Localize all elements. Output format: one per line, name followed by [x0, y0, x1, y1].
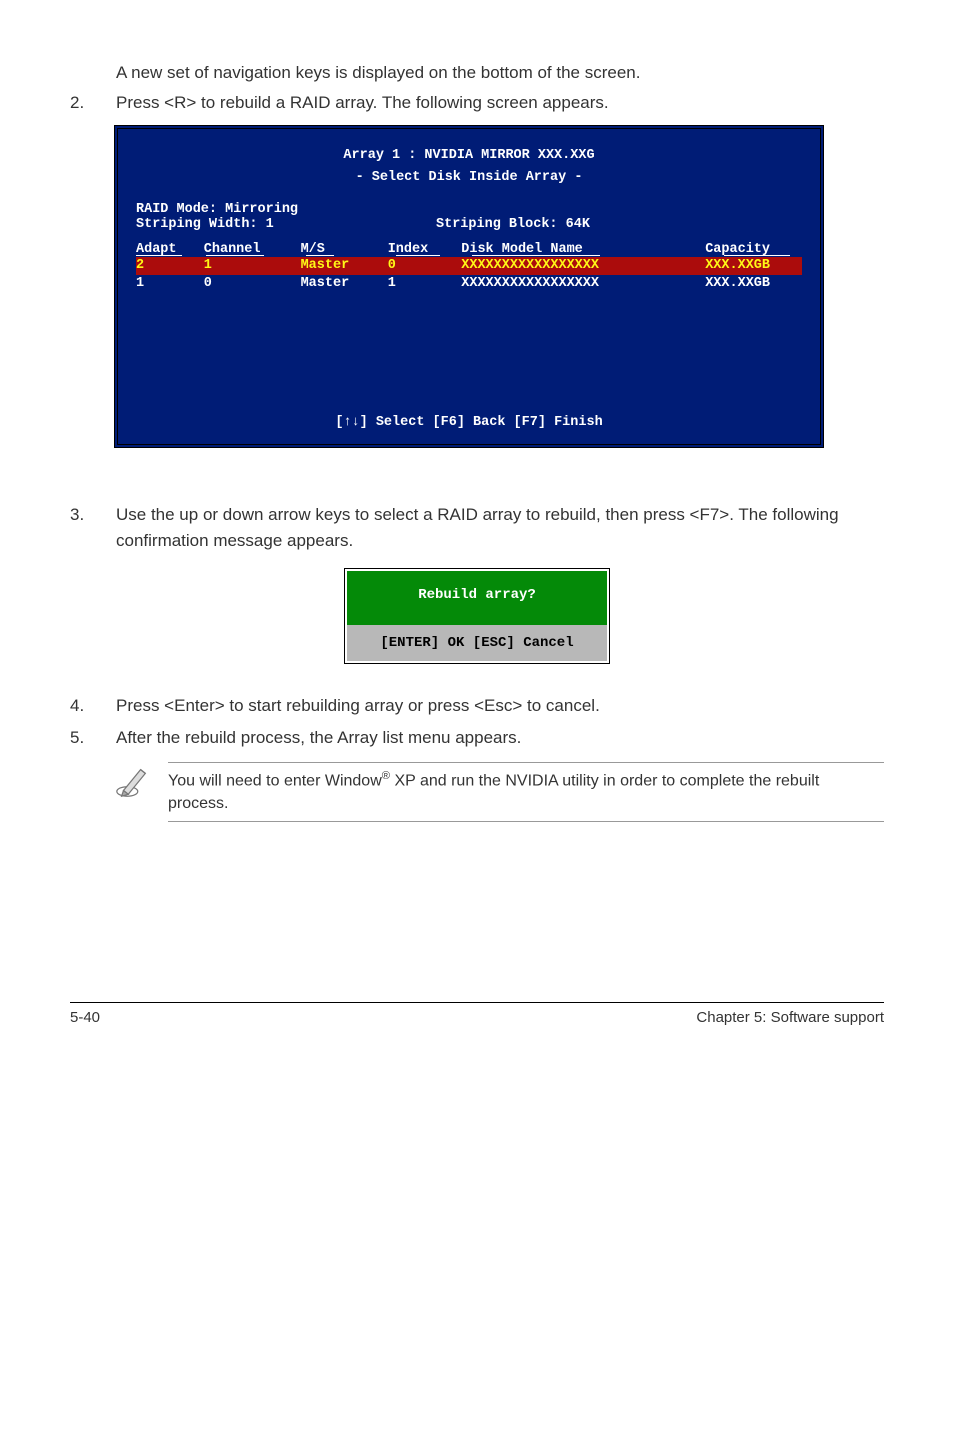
cell-model: XXXXXXXXXXXXXXXXX [461, 275, 705, 293]
step-number: 3. [70, 502, 116, 553]
step-text: Press <R> to rebuild a RAID array. The f… [116, 90, 884, 116]
step-number: 5. [70, 725, 116, 751]
cell-ms: Master [301, 257, 388, 275]
pencil-icon [114, 762, 152, 800]
cell-channel: 1 [204, 257, 301, 275]
step-text: Use the up or down arrow keys to select … [116, 502, 884, 553]
note-block: You will need to enter Window® XP and ru… [114, 762, 884, 822]
modal-actions[interactable]: [ENTER] OK [ESC] Cancel [347, 625, 607, 661]
confirm-modal: Rebuild array? [ENTER] OK [ESC] Cancel [345, 569, 609, 663]
cell-index: 1 [388, 275, 462, 293]
striping-width: Striping Width: 1 [136, 217, 436, 232]
table-row[interactable]: 2 1 Master 0 XXXXXXXXXXXXXXXXX XXX.XXGB [136, 257, 802, 275]
cell-cap: XXX.XXGB [705, 275, 802, 293]
step-number: 4. [70, 693, 116, 719]
cell-adapt: 2 [136, 257, 204, 275]
table-row[interactable]: 1 0 Master 1 XXXXXXXXXXXXXXXXX XXX.XXGB [136, 275, 802, 293]
bios-screen: Array 1 : NVIDIA MIRROR XXX.XXG - Select… [114, 125, 824, 448]
modal-question: Rebuild array? [347, 571, 607, 625]
striping-block: Striping Block: 64K [436, 217, 590, 232]
cell-channel: 0 [204, 275, 301, 293]
step-3: 3. Use the up or down arrow keys to sele… [70, 502, 884, 553]
step-text: After the rebuild process, the Array lis… [116, 725, 884, 751]
page-footer: 5-40 Chapter 5: Software support [70, 1002, 884, 1026]
step-text: Press <Enter> to start rebuilding array … [116, 693, 884, 719]
intro-text: A new set of navigation keys is displaye… [116, 60, 884, 86]
note-text: You will need to enter Window® XP and ru… [168, 762, 884, 822]
raid-mode: RAID Mode: Mirroring [136, 202, 802, 217]
step-5: 5. After the rebuild process, the Array … [70, 725, 884, 751]
step-number: 2. [70, 90, 116, 116]
cell-ms: Master [301, 275, 388, 293]
step-4: 4. Press <Enter> to start rebuilding arr… [70, 693, 884, 719]
chapter-label: Chapter 5: Software support [696, 1009, 884, 1026]
bios-title-2: - Select Disk Inside Array - [118, 167, 820, 189]
cell-model: XXXXXXXXXXXXXXXXX [461, 257, 705, 275]
cell-adapt: 1 [136, 275, 204, 293]
cell-index: 0 [388, 257, 462, 275]
step-2: 2. Press <R> to rebuild a RAID array. Th… [70, 90, 884, 116]
page-number: 5-40 [70, 1009, 100, 1026]
bios-footer-hint: [↑↓] Select [F6] Back [F7] Finish [118, 407, 820, 444]
bios-title-1: Array 1 : NVIDIA MIRROR XXX.XXG [118, 145, 820, 167]
cell-cap: XXX.XXGB [705, 257, 802, 275]
